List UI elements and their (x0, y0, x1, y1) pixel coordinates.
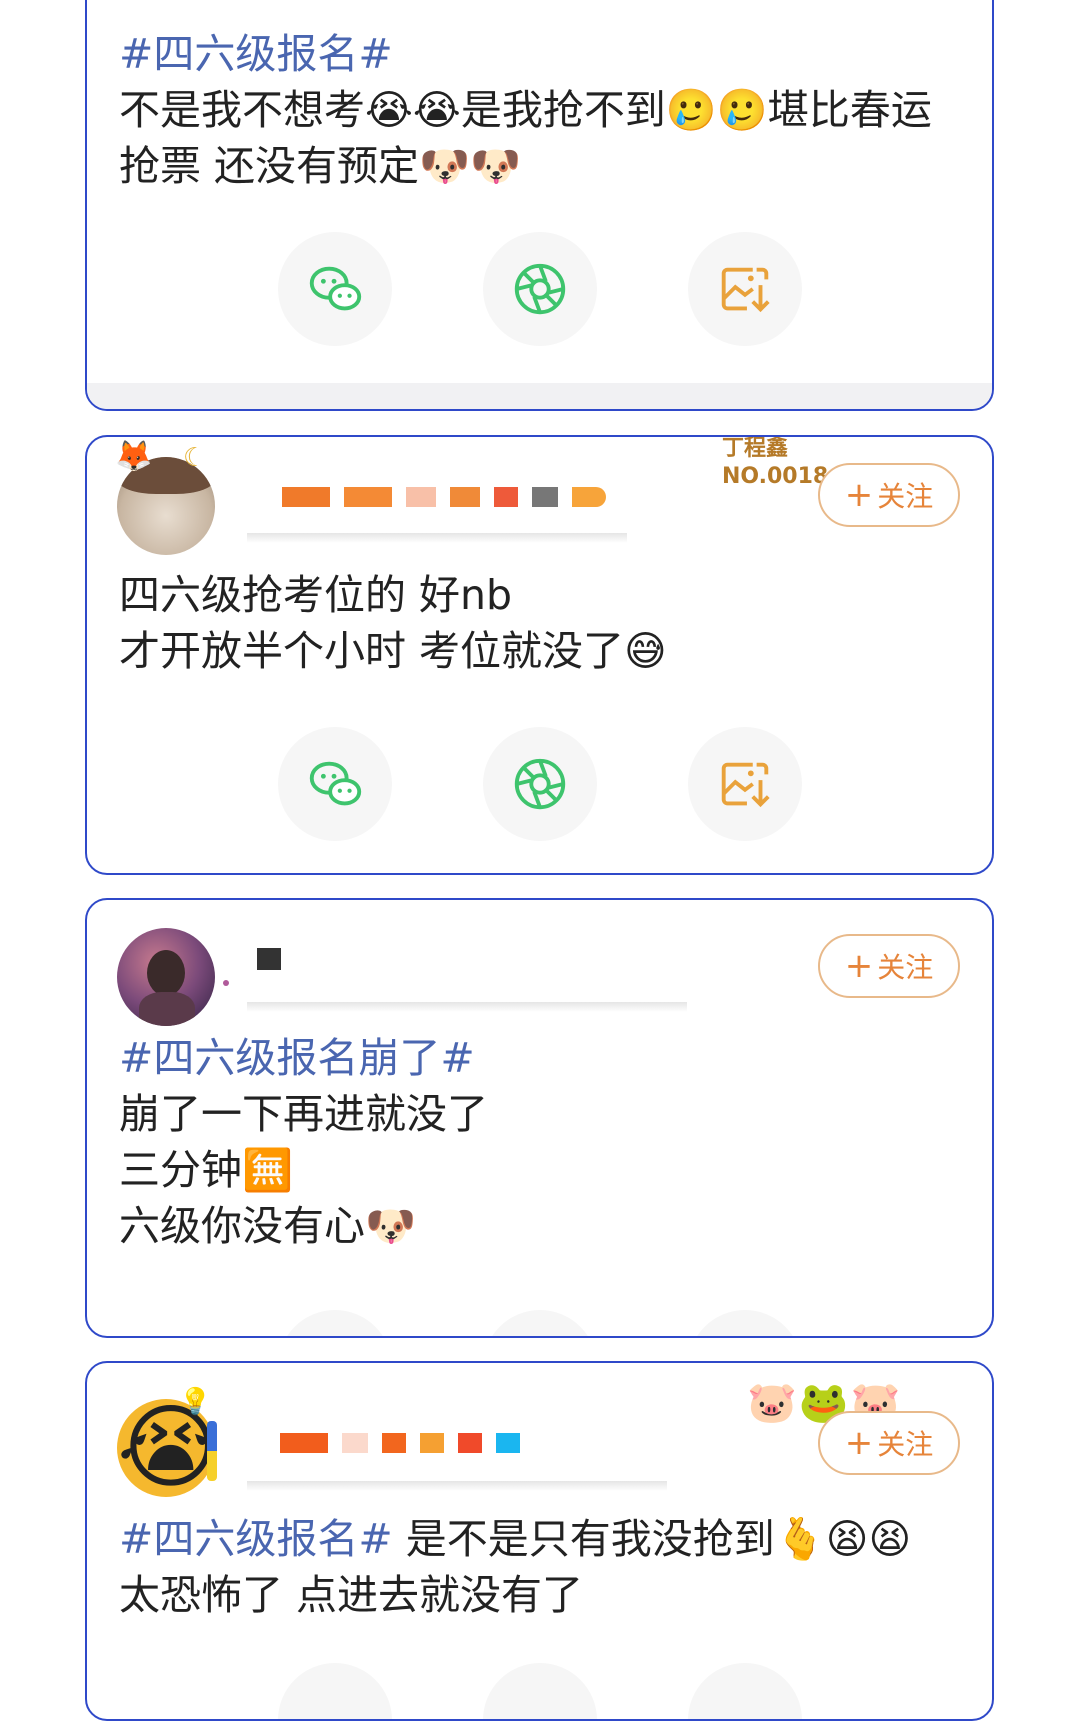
save-image-button[interactable] (688, 1663, 802, 1719)
post-line: 抢票 还没有预定🐶🐶 (119, 142, 522, 190)
lightbulb-icon: 💡 (179, 1387, 212, 1417)
post-text: 四六级抢考位的 好nb 才开放半个小时 考位就没了😅 (119, 567, 972, 679)
post-hashtag[interactable]: #四六级报名# (119, 1515, 393, 1563)
follow-label: 关注 (877, 480, 934, 513)
save-image-icon (721, 762, 770, 808)
post-meta-redacted (247, 1481, 667, 1491)
follow-label: 关注 (877, 951, 934, 984)
fan-badge-name: 丁程鑫 (722, 436, 789, 461)
username-redacted[interactable] (280, 1433, 520, 1453)
avatar-pendant-icon: 🦊 (115, 439, 153, 474)
post-line: 三分钟🈚 (119, 1146, 294, 1194)
share-wechat-button[interactable] (278, 232, 392, 346)
follow-button[interactable]: + 关注 (818, 934, 960, 998)
share-wechat-button[interactable] (278, 1663, 392, 1719)
wechat-icon (309, 266, 362, 311)
share-wechat-button[interactable] (278, 727, 392, 841)
flag-icon (207, 1421, 217, 1481)
share-moments-button[interactable] (483, 727, 597, 841)
post-card-1: #四六级报名# 不是我不想考😭😭是我抢不到🥲🥲堪比春运 抢票 还没有预定🐶🐶 (85, 0, 994, 411)
plus-icon: + (844, 1423, 874, 1463)
post-hashtag[interactable]: #四六级报名# (119, 26, 972, 82)
share-wechat-button[interactable] (278, 1310, 392, 1336)
moments-icon (514, 263, 566, 315)
post-text: #四六级报名# 是不是只有我没抢到🫰😫😫 太恐怖了 点进去就没有了 (119, 1511, 972, 1623)
share-moments-button[interactable] (483, 1663, 597, 1719)
username-redacted[interactable] (282, 487, 606, 507)
post-text: #四六级报名崩了# 崩了一下再进就没了 三分钟🈚 六级你没有心🐶 (119, 1030, 972, 1254)
post-line: 不是我不想考😭😭是我抢不到🥲🥲堪比春运 (119, 86, 932, 134)
post-card-2: 🦊 ☾ 丁程鑫 NO.00184 + 关注 四六级抢考位的 好nb 才开放半个小… (85, 435, 994, 875)
post-meta-redacted (247, 1002, 687, 1012)
follow-label: 关注 (877, 1428, 934, 1461)
follow-button[interactable]: + 关注 (818, 1411, 960, 1475)
avatar[interactable] (117, 928, 215, 1026)
post-line: 六级你没有心🐶 (119, 1202, 417, 1250)
post-hashtag[interactable]: #四六级报名崩了# (119, 1030, 972, 1086)
post-card-3: + 关注 #四六级报名崩了# 崩了一下再进就没了 三分钟🈚 六级你没有心🐶 (85, 898, 994, 1338)
moments-icon (514, 758, 566, 810)
share-moments-button[interactable] (483, 232, 597, 346)
save-image-button[interactable] (688, 727, 802, 841)
wechat-icon (309, 761, 362, 806)
post-text: #四六级报名# 不是我不想考😭😭是我抢不到🥲🥲堪比春运 抢票 还没有预定🐶🐶 (119, 26, 972, 194)
save-image-icon (721, 267, 770, 313)
post-meta-redacted (247, 533, 627, 543)
post-line: 四六级抢考位的 好nb (119, 571, 513, 619)
card-footer-strip (87, 383, 992, 409)
post-card-4: 😭 💡 🐷🐸🐷 + 关注 #四六级报名# 是不是只有我没抢到🫰😫😫 太恐怖了 点… (85, 1361, 994, 1721)
save-image-button[interactable] (688, 1310, 802, 1336)
moon-icon: ☾ (183, 443, 207, 473)
plus-icon: + (844, 946, 874, 986)
post-line: 崩了一下再进就没了 (119, 1090, 488, 1138)
post-line: 太恐怖了 点进去就没有了 (119, 1571, 584, 1619)
post-line: 才开放半个小时 考位就没了😅 (119, 627, 667, 675)
decoration-dot (223, 980, 229, 986)
save-image-button[interactable] (688, 232, 802, 346)
plus-icon: + (844, 475, 874, 515)
username-redacted[interactable] (257, 948, 281, 970)
follow-button[interactable]: + 关注 (818, 463, 960, 527)
share-moments-button[interactable] (483, 1310, 597, 1336)
post-line: 是不是只有我没抢到🫰😫😫 (392, 1515, 912, 1563)
